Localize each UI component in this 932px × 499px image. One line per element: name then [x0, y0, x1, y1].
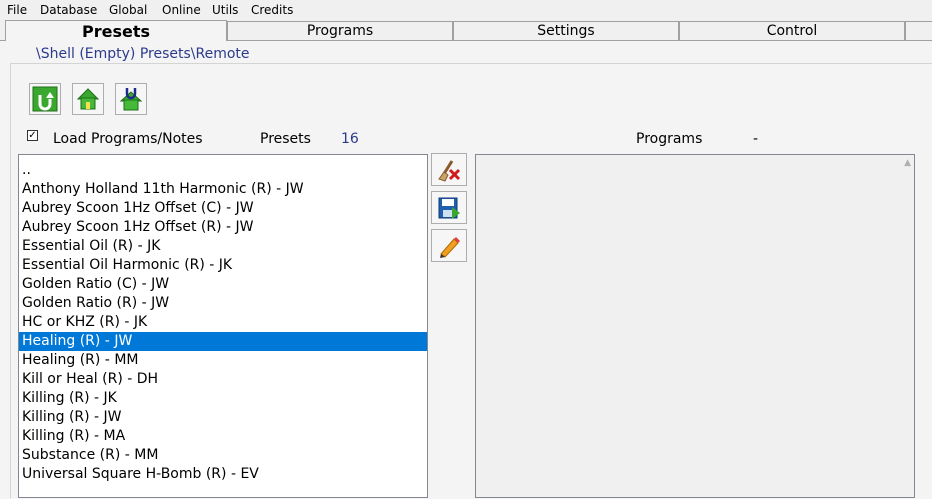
- programs-count-value: -: [753, 131, 759, 147]
- menu-online[interactable]: Online: [162, 3, 201, 17]
- delete-icon: [438, 159, 461, 182]
- menu-bar: File Database Global Online Utils Credit…: [0, 0, 932, 20]
- list-item[interactable]: Golden Ratio (R) - JW: [19, 294, 427, 313]
- magnet-home-icon: [119, 88, 143, 111]
- save-preset-button[interactable]: [431, 191, 467, 224]
- list-item-selected[interactable]: Healing (R) - JW: [19, 332, 427, 351]
- tab-presets[interactable]: Presets: [5, 20, 227, 41]
- save-icon: [438, 197, 460, 219]
- list-item[interactable]: Golden Ratio (C) - JW: [19, 275, 427, 294]
- magnet-home-button[interactable]: [115, 83, 147, 115]
- list-item[interactable]: Aubrey Scoon 1Hz Offset (R) - JW: [19, 218, 427, 237]
- tab-overflow[interactable]: [905, 21, 932, 40]
- edit-pencil-icon: [440, 236, 460, 258]
- scroll-up-icon[interactable]: ▲: [904, 159, 911, 168]
- presets-count-label: Presets: [260, 131, 311, 147]
- list-item[interactable]: Healing (R) - MM: [19, 351, 427, 370]
- menu-utils[interactable]: Utils: [212, 3, 238, 17]
- menu-credits[interactable]: Credits: [251, 3, 293, 17]
- current-path: \Shell (Empty) Presets\Remote: [33, 45, 253, 63]
- group-border-left: [10, 63, 11, 498]
- home-button[interactable]: [72, 83, 104, 115]
- load-programs-checkbox[interactable]: ✓: [27, 130, 38, 141]
- list-item[interactable]: Killing (R) - JW: [19, 408, 427, 427]
- list-item[interactable]: Universal Square H-Bomb (R) - EV: [19, 465, 427, 484]
- list-item[interactable]: Substance (R) - MM: [19, 446, 427, 465]
- programs-scrollbar[interactable]: ▲: [897, 155, 914, 497]
- presets-count-value: 16: [341, 131, 359, 147]
- list-item-parent[interactable]: ..: [19, 161, 427, 180]
- tab-settings[interactable]: Settings: [453, 21, 679, 40]
- presets-listbox[interactable]: .. Anthony Holland 11th Harmonic (R) - J…: [18, 154, 428, 498]
- programs-listbox[interactable]: ▲: [475, 154, 915, 498]
- list-item[interactable]: Killing (R) - MA: [19, 427, 427, 446]
- menu-database[interactable]: Database: [40, 3, 97, 17]
- list-item[interactable]: Killing (R) - JK: [19, 389, 427, 408]
- list-item[interactable]: Anthony Holland 11th Harmonic (R) - JW: [19, 180, 427, 199]
- programs-count-label: Programs: [636, 131, 703, 147]
- up-folder-button[interactable]: [29, 83, 61, 115]
- list-item[interactable]: Essential Oil (R) - JK: [19, 237, 427, 256]
- list-item[interactable]: Kill or Heal (R) - DH: [19, 370, 427, 389]
- menu-global[interactable]: Global: [109, 3, 147, 17]
- load-programs-label: Load Programs/Notes: [53, 131, 203, 147]
- list-item[interactable]: HC or KHZ (R) - JK: [19, 313, 427, 332]
- tab-programs[interactable]: Programs: [227, 21, 453, 40]
- list-item[interactable]: Aubrey Scoon 1Hz Offset (C) - JW: [19, 199, 427, 218]
- home-icon: [76, 88, 100, 110]
- up-arrow-icon: [32, 86, 58, 112]
- group-border: [10, 63, 932, 64]
- list-item[interactable]: Essential Oil Harmonic (R) - JK: [19, 256, 427, 275]
- edit-preset-button[interactable]: [431, 229, 467, 262]
- tab-control[interactable]: Control: [679, 21, 905, 40]
- delete-preset-button[interactable]: [431, 153, 467, 186]
- menu-file[interactable]: File: [7, 3, 27, 17]
